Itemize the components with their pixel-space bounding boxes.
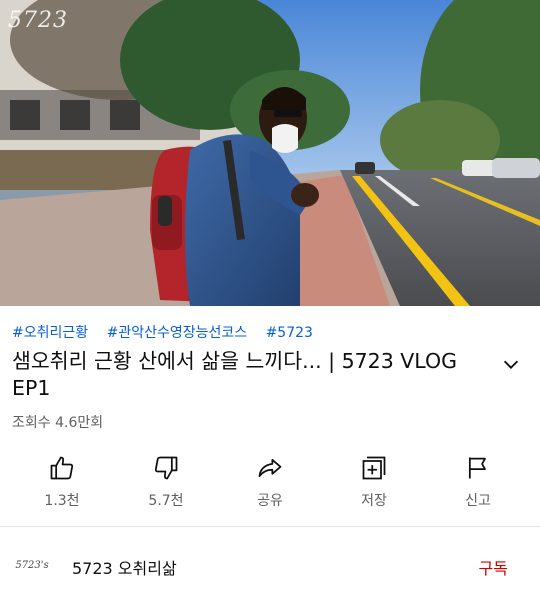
thumbs-down-icon (154, 456, 178, 480)
share-label: 공유 (257, 493, 283, 509)
channel-avatar[interactable]: 5723's (12, 549, 52, 581)
add-to-playlist-icon (362, 456, 386, 480)
video-title[interactable]: 샘오취리 근황 산에서 삶을 느끼다... | 5723 VLOG EP1 (12, 348, 482, 402)
dislike-button[interactable]: 5.7천 (126, 448, 206, 510)
chevron-down-icon[interactable] (500, 353, 522, 375)
hashtag-link[interactable]: #오취리근황 (12, 325, 88, 341)
hashtag-list: #오취리근황 #관악산수영장능선코스 #5723 (12, 322, 327, 342)
flag-icon (468, 457, 486, 479)
hashtag-link[interactable]: #관악산수영장능선코스 (107, 325, 248, 341)
share-icon (258, 458, 282, 478)
view-count: 조회수 4.6만회 (12, 415, 104, 431)
share-button[interactable]: 공유 (230, 448, 310, 510)
subscribe-button[interactable]: 구독 (479, 555, 508, 579)
like-button[interactable]: 1.3천 (22, 448, 102, 510)
video-player[interactable]: 5723 (0, 0, 540, 306)
report-label: 신고 (465, 493, 491, 509)
save-label: 저장 (361, 493, 387, 509)
divider (0, 526, 540, 527)
dislike-count: 5.7천 (148, 493, 184, 509)
hashtag-link[interactable]: #5723 (266, 325, 313, 341)
action-bar: 1.3천 5.7천 공유 저장 신고 (0, 448, 540, 518)
like-count: 1.3천 (44, 493, 80, 509)
report-button[interactable]: 신고 (438, 448, 518, 510)
channel-name[interactable]: 5723 오취리삶 (72, 555, 177, 579)
save-button[interactable]: 저장 (334, 448, 414, 510)
video-frame (0, 0, 540, 306)
thumbs-up-icon (50, 456, 74, 480)
video-watermark: 5723 (8, 8, 68, 33)
